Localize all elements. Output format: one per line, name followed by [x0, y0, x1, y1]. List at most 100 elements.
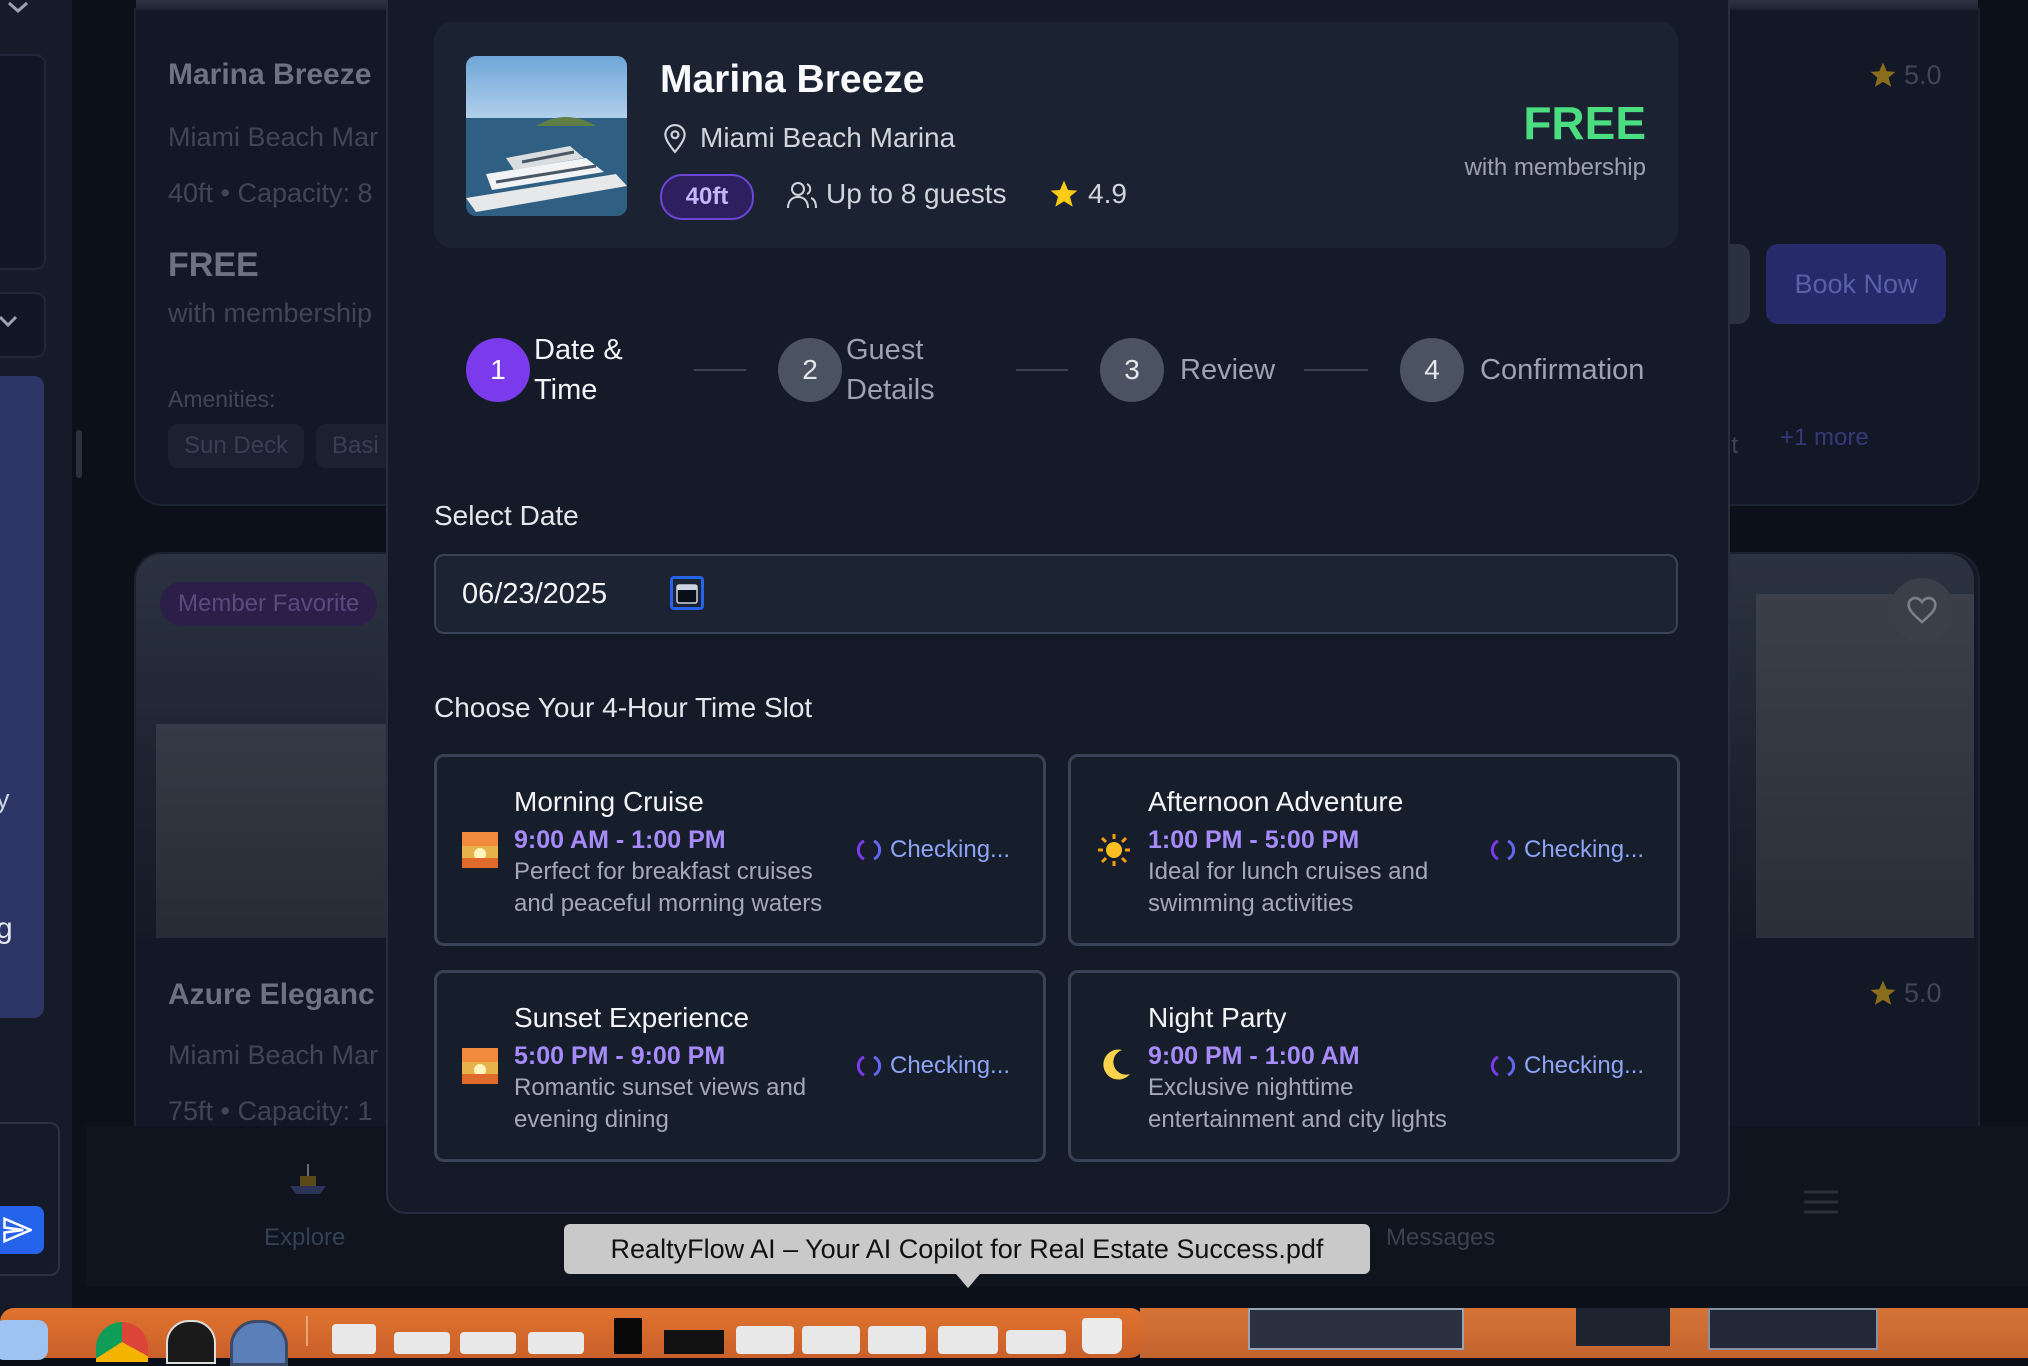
star-icon [1868, 60, 1898, 95]
guests-icon [786, 180, 818, 215]
slot-description-line: entertainment and city lights [1148, 1106, 1447, 1133]
sunset-icon [462, 1048, 498, 1089]
document-thumbnail[interactable] [332, 1324, 376, 1354]
slot-description-line: Exclusive nighttime [1148, 1074, 1354, 1101]
slot-description-line: and peaceful morning waters [514, 890, 823, 917]
location-pin-icon [662, 124, 688, 159]
amenities-label: Amenities: [168, 386, 276, 412]
chevron-down-icon [0, 314, 20, 330]
document-thumbnail[interactable] [868, 1326, 926, 1354]
document-thumbnail[interactable] [664, 1330, 724, 1354]
boat-card-title: Marina Breeze [168, 58, 372, 91]
step-number: 3 [1124, 354, 1140, 385]
slot-status: Checking... [1490, 836, 1644, 864]
dock-separator [306, 1316, 308, 1346]
step-number: 4 [1424, 354, 1440, 385]
spinner-icon [856, 839, 882, 861]
clock-app-icon[interactable] [166, 1320, 216, 1364]
document-thumbnail[interactable] [1006, 1330, 1066, 1354]
slot-status: Checking... [1490, 1052, 1644, 1080]
step-4-indicator: 4 [1400, 338, 1464, 402]
step-number: 2 [802, 354, 818, 385]
slot-status-text: Checking... [890, 836, 1011, 863]
step-label-line: Guest [846, 334, 924, 366]
boat-guests: Up to 8 guests [826, 178, 1007, 209]
boat-card-specs: 40ft • Capacity: 8 [168, 178, 373, 208]
explore-icon [286, 1162, 330, 1198]
boat-card-specs: 75ft • Capacity: 1 [168, 1096, 373, 1126]
browser-app-icon[interactable] [230, 1320, 288, 1366]
document-thumbnail[interactable] [460, 1332, 516, 1354]
step-2-indicator: 2 [778, 338, 842, 402]
spinner-icon [856, 1055, 882, 1077]
sunrise-icon [462, 832, 498, 873]
window-thumbnail[interactable] [1248, 1308, 1464, 1350]
trash-icon[interactable] [1082, 1318, 1122, 1354]
boat-card-location: Miami Beach Mar [168, 1040, 379, 1070]
step-4-label: Confirmation [1480, 354, 1645, 386]
star-icon [1048, 178, 1080, 215]
step-3-label: Review [1180, 354, 1276, 386]
boat-name: Marina Breeze [660, 58, 925, 101]
step-2-label: Guest Details [846, 330, 935, 410]
slot-title: Sunset Experience [514, 1002, 750, 1033]
nav-messages[interactable]: Messages [1386, 1224, 1495, 1252]
side-panel-box [0, 54, 46, 270]
boat-length-label: 40ft [685, 183, 729, 210]
favorite-button[interactable] [1890, 578, 1954, 642]
send-button[interactable] [0, 1206, 44, 1254]
step-connector [694, 369, 746, 371]
slot-description: Ideal for lunch cruises and swimming act… [1148, 856, 1428, 920]
step-3-indicator: 3 [1100, 338, 1164, 402]
slot-time: 5:00 PM - 9:00 PM [514, 1042, 726, 1070]
slot-description: Romantic sunset views and evening dining [514, 1072, 806, 1136]
boat-card-rating: 5.0 [1904, 60, 1942, 90]
slot-status: Checking... [856, 836, 1010, 864]
window-thumbnail[interactable] [1708, 1308, 1878, 1350]
panel-divider[interactable] [76, 430, 82, 478]
amenity-chip: Sun Deck [168, 424, 305, 468]
menu-icon[interactable] [1802, 1188, 1840, 1216]
more-amenities-link[interactable]: +1 more [1780, 424, 1869, 452]
finder-icon[interactable] [0, 1320, 48, 1360]
moon-icon [1096, 1046, 1134, 1089]
side-panel-text: g [0, 912, 13, 945]
slot-description-line: Perfect for breakfast cruises [514, 858, 813, 885]
step-label-line: Details [846, 374, 935, 406]
calendar-icon[interactable] [670, 576, 704, 610]
slot-title: Night Party [1148, 1002, 1287, 1033]
slot-status-text: Checking... [890, 1052, 1011, 1079]
document-thumbnail[interactable] [736, 1326, 794, 1354]
step-1-label: Date & Time [534, 330, 623, 410]
book-now-button[interactable]: Book Now [1766, 244, 1946, 324]
nav-explore[interactable]: Explore [264, 1224, 345, 1252]
document-thumbnail[interactable] [938, 1326, 998, 1354]
slot-description-line: swimming activities [1148, 890, 1354, 917]
document-thumbnail[interactable] [528, 1332, 584, 1354]
step-label-line: Date & [534, 334, 623, 366]
chevron-down-icon[interactable] [6, 0, 30, 16]
slot-time: 9:00 AM - 1:00 PM [514, 826, 726, 854]
document-thumbnail[interactable] [802, 1326, 860, 1354]
slot-status-text: Checking... [1524, 1052, 1645, 1079]
boat-location: Miami Beach Marina [700, 122, 956, 153]
document-thumbnail[interactable] [614, 1318, 642, 1354]
dock-tooltip: RealtyFlow AI – Your AI Copilot for Real… [564, 1224, 1370, 1274]
boat-price-note: with membership [1464, 154, 1646, 181]
slot-description-line: Romantic sunset views and [514, 1074, 807, 1101]
amenity-chip: Basi [316, 424, 395, 468]
boat-card-title: Azure Eleganc [168, 978, 375, 1011]
step-connector [1016, 369, 1068, 371]
boat-card-rating: 5.0 [1904, 978, 1942, 1008]
document-thumbnail[interactable] [394, 1332, 450, 1354]
boat-card-price-note: with membership [168, 298, 373, 328]
slot-description-line: Ideal for lunch cruises and [1148, 858, 1429, 885]
boat-card-location: Miami Beach Mar [168, 122, 379, 152]
step-label-line: Time [534, 374, 598, 406]
window-thumbnail[interactable] [1576, 1308, 1670, 1346]
date-input[interactable] [434, 554, 1678, 634]
star-icon [1868, 978, 1898, 1013]
slot-time: 9:00 PM - 1:00 AM [1148, 1042, 1360, 1070]
side-panel-text: y [0, 784, 10, 814]
sun-icon [1096, 832, 1132, 873]
